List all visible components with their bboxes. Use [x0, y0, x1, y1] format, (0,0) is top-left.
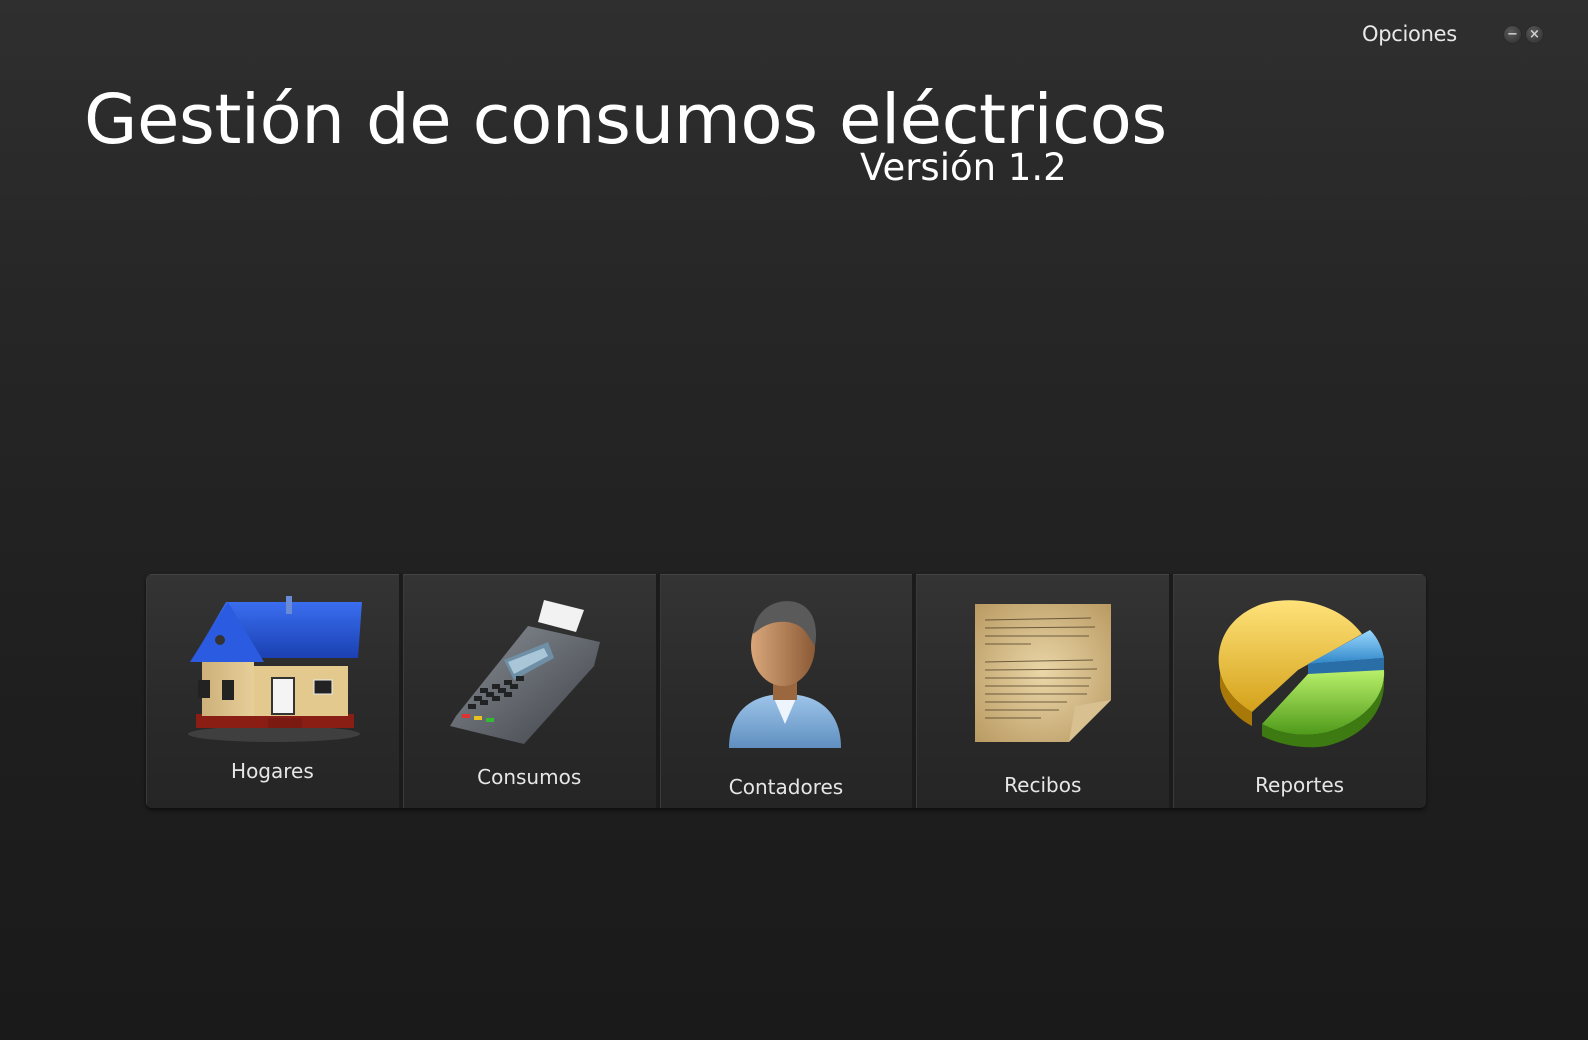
options-link[interactable]: Opciones: [1362, 22, 1457, 46]
tile-label-recibos: Recibos: [1004, 773, 1082, 797]
minimize-icon: −: [1507, 27, 1518, 42]
tile-label-reportes: Reportes: [1255, 773, 1345, 797]
tile-reportes[interactable]: Reportes: [1173, 574, 1426, 808]
tile-label-hogares: Hogares: [231, 759, 314, 783]
close-icon: ×: [1529, 27, 1540, 42]
module-tiles: Hogares Consumos Contadores Recibos Repo…: [146, 574, 1426, 808]
minimize-button[interactable]: −: [1503, 25, 1522, 44]
tile-recibos[interactable]: Recibos: [916, 574, 1174, 808]
pie-chart-icon: [1218, 600, 1384, 748]
main-window: Opciones − × Gestión de consumos eléctri…: [0, 0, 1588, 1040]
person-icon: [728, 601, 841, 748]
app-version: Versión 1.2: [860, 146, 1067, 189]
close-button[interactable]: ×: [1525, 25, 1544, 44]
tile-hogares[interactable]: Hogares: [146, 574, 403, 808]
house-icon: [188, 596, 363, 742]
document-icon: [974, 604, 1111, 742]
window-controls: − ×: [1503, 25, 1544, 44]
tile-label-consumos: Consumos: [477, 765, 582, 789]
pos-terminal-icon: [450, 600, 601, 744]
tile-label-contadores: Contadores: [728, 775, 844, 799]
tile-consumos[interactable]: Consumos: [402, 574, 660, 808]
tile-contadores[interactable]: Contadores: [659, 574, 917, 808]
